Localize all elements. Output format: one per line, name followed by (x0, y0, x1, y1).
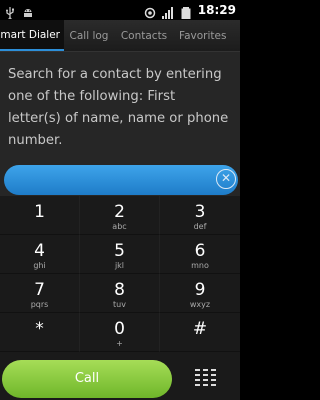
key-digit: 4 (34, 241, 45, 261)
tab-bar: Smart Dialer Call log Contacts Favorites (0, 20, 240, 52)
key-digit: 0 (114, 319, 125, 339)
key-letters: mno (191, 261, 209, 270)
dialpad-toggle-icon[interactable] (194, 367, 218, 391)
tab-contacts[interactable]: Contacts (114, 20, 174, 51)
search-results-area: Search for a contact by entering one of … (0, 52, 240, 164)
key-digit: 8 (114, 280, 125, 300)
status-time: 18:29 (197, 3, 236, 17)
key-9[interactable]: 9 wxyz (160, 274, 240, 313)
key-digit: 9 (194, 280, 206, 300)
battery-icon (180, 4, 192, 19)
usb-icon (4, 4, 16, 21)
key-3[interactable]: 3 def (160, 196, 240, 235)
signal-icon (161, 4, 174, 19)
key-7[interactable]: 7 pqrs (0, 274, 80, 313)
number-input[interactable] (4, 165, 238, 195)
status-bar: 18:29 (0, 0, 240, 21)
sync-icon (144, 4, 156, 19)
tab-smart-dialer[interactable]: Smart Dialer (0, 20, 64, 51)
key-letters: wxyz (189, 300, 211, 309)
key-digit: 7 (34, 280, 45, 300)
tab-favorites[interactable]: Favorites (174, 20, 240, 51)
key-digit: 2 (114, 202, 125, 222)
key-letters: tuv (113, 300, 126, 309)
call-button[interactable]: Call (2, 360, 172, 398)
key-letters: abc (112, 222, 127, 231)
key-8[interactable]: 8 tuv (80, 274, 160, 313)
key-letters: + (116, 339, 123, 348)
clear-icon[interactable]: ✕ (216, 169, 236, 189)
key-letters: pqrs (30, 300, 49, 309)
key-digit: 1 (34, 202, 45, 222)
status-left (4, 4, 34, 21)
key-digit: 6 (194, 241, 206, 261)
key-hash[interactable]: # (160, 313, 240, 352)
key-digit: * (35, 319, 44, 339)
key-digit: # (192, 319, 208, 339)
tab-call-log[interactable]: Call log (64, 20, 114, 51)
key-letters: def (193, 222, 207, 231)
bottom-bar: Call (0, 352, 240, 400)
key-digit: 5 (114, 241, 125, 261)
key-6[interactable]: 6 mno (160, 235, 240, 274)
key-5[interactable]: 5 jkl (80, 235, 160, 274)
dial-keypad: 1 2 abc 3 def 4 ghi 5 jkl 6 mno 7 pqrs 8 tuv 9w… (0, 196, 240, 352)
key-2[interactable]: 2 abc (80, 196, 160, 235)
key-1[interactable]: 1 (0, 196, 80, 235)
key-letters: jkl (114, 261, 125, 270)
key-letters: ghi (33, 261, 46, 270)
number-field-container: ✕ (0, 164, 240, 196)
key-digit: 3 (194, 202, 206, 222)
search-hint: Search for a contact by entering one of … (8, 67, 229, 148)
key-4[interactable]: 4 ghi (0, 235, 80, 274)
android-icon (22, 4, 34, 17)
key-0[interactable]: 0 + (80, 313, 160, 352)
status-right: 18:29 (144, 3, 236, 19)
key-star[interactable]: * (0, 313, 80, 352)
